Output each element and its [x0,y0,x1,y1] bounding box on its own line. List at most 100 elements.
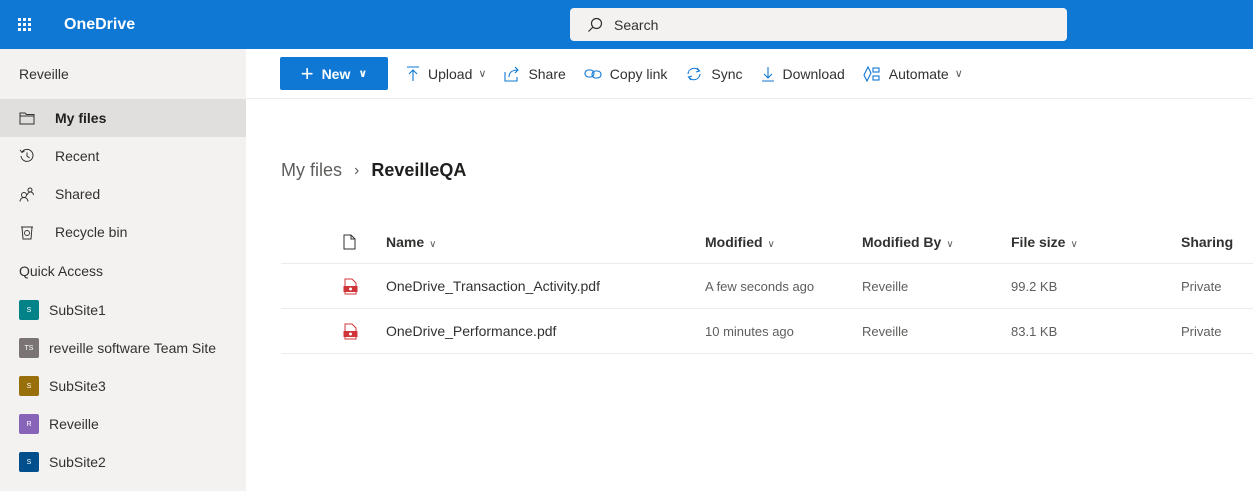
share-icon [504,66,520,82]
automate-label: Automate [888,65,949,82]
search-icon [588,17,603,32]
site-avatar: S [19,300,39,320]
column-label: Name [386,233,425,250]
sidebar-site-reveille[interactable]: R Reveille [0,405,246,443]
sidebar-item-label: My files [55,110,107,126]
modified-cell: A few seconds ago [705,278,815,294]
download-icon [761,66,774,82]
sidebar-site-subsite2[interactable]: S SubSite2 [0,443,246,481]
recycle-bin-icon [19,224,35,240]
file-size-cell: 83.1 KB [1011,323,1058,339]
name-column-header[interactable]: Name ∨ [386,234,705,250]
column-label: Sharing [1181,233,1234,250]
automate-icon [863,65,880,82]
chevron-down-icon: ∨ [429,238,437,250]
sidebar-item-my-files[interactable]: My files [0,99,246,137]
column-label: File size [1011,233,1066,250]
sync-button[interactable]: Sync [685,65,743,82]
automate-button[interactable]: Automate ∨ [863,65,963,82]
people-icon [19,186,35,202]
sidebar-header[interactable]: Reveille [0,49,246,99]
file-name[interactable]: OneDrive_Transaction_Activity.pdf [386,278,705,294]
sidebar-item-recent[interactable]: Recent [0,137,246,175]
copy-link-button[interactable]: Copy link [584,65,668,82]
document-icon [343,234,356,249]
file-size-column-header[interactable]: File size ∨ [1011,234,1181,250]
breadcrumb-current[interactable]: ReveilleQA [371,160,466,181]
pdf-icon [343,278,358,294]
sharing-column-header[interactable]: Sharing [1181,234,1253,250]
plus-icon: + [300,60,314,86]
search-input[interactable]: Search [614,17,658,33]
share-label: Share [528,65,566,82]
site-label: SubSite1 [49,302,106,318]
app-title[interactable]: OneDrive [64,16,135,34]
column-label: Modified By [862,233,942,250]
new-button-label: New [321,65,351,82]
sharing-cell: Private [1181,323,1222,339]
pdf-icon [343,323,358,339]
modified-cell: 10 minutes ago [705,323,794,339]
share-button[interactable]: Share [504,65,566,82]
sync-label: Sync [711,65,743,82]
site-label: reveille software Team Site [49,340,217,356]
file-name[interactable]: OneDrive_Performance.pdf [386,323,705,339]
table-row[interactable]: OneDrive_Transaction_Activity.pdf A few … [281,264,1253,309]
sidebar-item-label: Recent [55,148,100,164]
file-size-cell: 99.2 KB [1011,278,1058,294]
table-header: Name ∨ Modified ∨ Modified By ∨ File size ∨ … [281,220,1253,264]
folder-icon [19,110,35,126]
chevron-down-icon: ∨ [767,238,775,250]
search-box[interactable]: Search [570,8,1067,41]
download-button[interactable]: Download [761,66,845,82]
site-label: Reveille [49,416,99,432]
file-list: Name ∨ Modified ∨ Modified By ∨ File size ∨ … [281,220,1253,354]
file-type-cell [281,323,386,340]
site-avatar: TS [19,338,39,358]
site-label: SubSite3 [49,378,106,394]
file-type-column-header[interactable] [281,234,386,250]
sidebar-site-subsite3[interactable]: S SubSite3 [0,367,246,405]
modified-column-header[interactable]: Modified ∨ [705,234,862,250]
sync-icon [687,67,701,80]
quick-access-header: Quick Access [19,263,104,279]
top-bar: OneDrive Search [0,0,1253,49]
site-label: SubSite2 [49,454,106,470]
app-launcher-button[interactable] [0,0,49,49]
sidebar-item-label: Shared [55,186,101,202]
site-avatar: S [19,376,39,396]
site-avatar: R [19,414,39,434]
chevron-down-icon: ∨ [478,68,487,80]
chevron-down-icon: ∨ [1070,238,1078,250]
sharing-cell: Private [1181,278,1222,294]
file-type-cell [281,278,386,295]
sidebar-item-recycle-bin[interactable]: Recycle bin [0,213,246,251]
modified-by-column-header[interactable]: Modified By ∨ [862,234,1011,250]
new-button[interactable]: + New ∨ [280,57,388,90]
table-row[interactable]: OneDrive_Performance.pdf 10 minutes ago … [281,309,1253,354]
chevron-down-icon: ∨ [946,238,954,250]
sidebar: Reveille My files Recent Shared Recycle … [0,49,246,491]
breadcrumb: My files › ReveilleQA [281,160,466,181]
chevron-down-icon: ∨ [954,68,963,80]
modified-by-cell: Reveille [862,323,909,339]
column-label: Modified [705,233,763,250]
sidebar-site-subsite1[interactable]: S SubSite1 [0,291,246,329]
modified-by-cell: Reveille [862,278,909,294]
sidebar-site-team-site[interactable]: TS reveille software Team Site [0,329,246,367]
breadcrumb-item-my-files[interactable]: My files [281,160,342,181]
upload-button[interactable]: Upload ∨ [406,66,486,82]
link-icon [584,68,602,79]
chevron-right-icon: › [354,161,360,179]
site-avatar: S [19,452,39,472]
chevron-down-icon: ∨ [358,68,368,80]
sidebar-item-label: Recycle bin [55,224,128,240]
upload-label: Upload [428,65,473,82]
sidebar-item-shared[interactable]: Shared [0,175,246,213]
upload-icon [407,65,419,81]
waffle-icon [18,18,31,31]
command-bar: + New ∨ Upload ∨ Share Copy link Sync Do… [246,49,1253,99]
download-label: Download [782,65,845,82]
copy-link-label: Copy link [609,65,668,82]
clock-icon [19,148,35,164]
